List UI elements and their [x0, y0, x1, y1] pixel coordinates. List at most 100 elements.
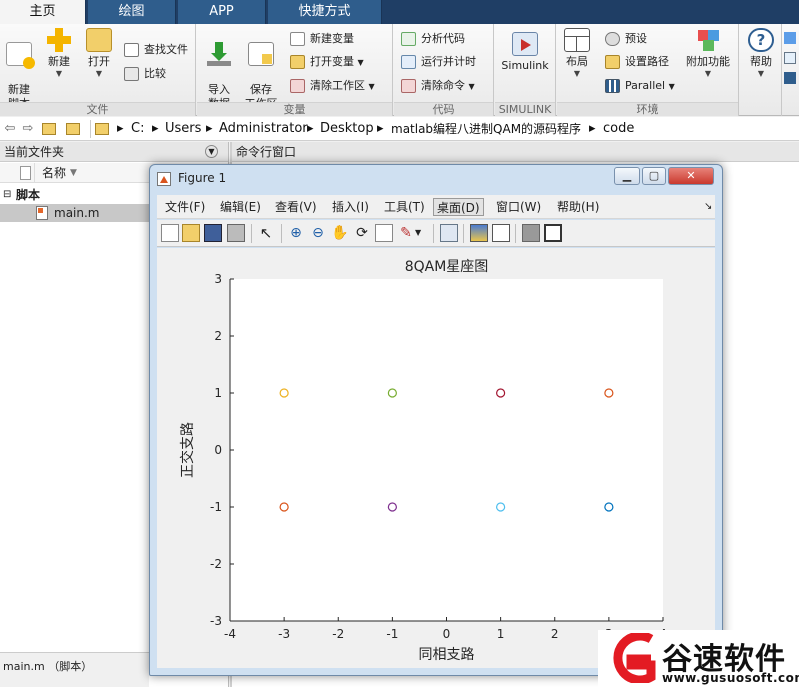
- figure-window[interactable]: Figure 1 ▁ ▢ ✕ 文件(F) 编辑(E) 查看(V) 插入(I) 工…: [149, 164, 723, 676]
- constellation-plot[interactable]: -4-3-2-101234-3-2-101238QAM星座图同相支路正交支路: [157, 248, 715, 668]
- tab-home[interactable]: 主页: [0, 0, 86, 24]
- chevron-down-icon: ▼: [55, 69, 63, 78]
- chart-title: 8QAM星座图: [405, 259, 489, 275]
- clear-workspace-icon: [290, 79, 305, 93]
- breadcrumb-item[interactable]: matlab编程八进制QAM的源码程序: [391, 121, 581, 137]
- open-file-icon[interactable]: [182, 224, 200, 242]
- new-script-icon: [6, 42, 35, 69]
- new-variable-button[interactable]: 新建变量: [290, 30, 354, 48]
- import-data-button[interactable]: 导入 数据: [201, 28, 237, 111]
- learn-matlab-icon: [784, 72, 796, 84]
- figure-canvas[interactable]: -4-3-2-101234-3-2-101238QAM星座图同相支路正交支路: [157, 248, 715, 668]
- chevron-down-icon[interactable]: ▼: [415, 224, 433, 242]
- up-folder-icon[interactable]: [42, 121, 58, 137]
- print-icon[interactable]: [227, 224, 245, 242]
- new-script-button[interactable]: 新建 脚本: [1, 28, 37, 111]
- maximize-button[interactable]: ▢: [642, 167, 666, 185]
- axes-background: [230, 279, 663, 621]
- group-label-code: 代码: [394, 102, 493, 116]
- find-files-button[interactable]: 查找文件: [124, 41, 188, 59]
- simulink-button[interactable]: Simulink: [497, 32, 553, 73]
- menu-insert[interactable]: 插入(I): [329, 198, 372, 216]
- breadcrumb-item[interactable]: code: [603, 121, 634, 137]
- preferences-button[interactable]: 预设: [605, 30, 647, 48]
- rotate-3d-icon[interactable]: ⟳: [353, 224, 371, 242]
- current-folder-header: 当前文件夹 ▼: [0, 142, 228, 162]
- clear-workspace-button[interactable]: 清除工作区 ▼: [290, 77, 375, 95]
- back-icon[interactable]: ⇦: [2, 121, 18, 137]
- breadcrumb-item[interactable]: Users: [165, 121, 201, 137]
- colorbar-icon[interactable]: [470, 224, 488, 242]
- clear-commands-button[interactable]: 清除命令 ▼: [401, 77, 475, 95]
- chevron-down-icon: ▼: [573, 69, 581, 78]
- tab-apps[interactable]: APP: [178, 0, 266, 24]
- open-variable-button[interactable]: 打开变量 ▼: [290, 53, 364, 71]
- y-tick-label: 2: [214, 329, 222, 343]
- show-plot-tools-icon[interactable]: [544, 224, 562, 242]
- menu-help[interactable]: 帮助(H): [554, 198, 602, 216]
- run-and-time-button[interactable]: 运行并计时: [401, 53, 476, 71]
- analyze-code-button[interactable]: 分析代码: [401, 30, 465, 48]
- breadcrumb-item[interactable]: Desktop: [320, 121, 374, 137]
- link-plot-icon[interactable]: [440, 224, 458, 242]
- menu-tools[interactable]: 工具(T): [381, 198, 428, 216]
- chevron-down-icon: ▼: [95, 69, 103, 78]
- pan-icon[interactable]: ✋: [331, 224, 349, 242]
- figure-title: Figure 1: [178, 171, 227, 185]
- minimize-button[interactable]: ▁: [614, 167, 640, 185]
- watermark: 谷速软件 www.gusuosoft.com: [598, 630, 799, 687]
- new-figure-icon[interactable]: [161, 224, 179, 242]
- breadcrumb-item[interactable]: C:: [131, 121, 144, 137]
- add-ons-button[interactable]: 附加功能 ▼: [684, 28, 732, 79]
- compare-button[interactable]: 比较: [124, 65, 166, 83]
- parallel-icon: [605, 79, 620, 93]
- save-icon[interactable]: [204, 224, 222, 242]
- new-variable-icon: [290, 32, 305, 46]
- new-button[interactable]: 新建 ▼: [41, 28, 77, 79]
- forward-icon[interactable]: ⇨: [20, 121, 36, 137]
- group-label-variable: 变量: [197, 102, 392, 116]
- help-button[interactable]: ? 帮助 ▼: [743, 28, 779, 79]
- set-path-icon: [605, 55, 620, 69]
- plus-icon: [46, 28, 72, 52]
- tab-shortcuts[interactable]: 快捷方式: [268, 0, 382, 24]
- dock-icon[interactable]: ↘: [701, 198, 715, 216]
- panel-menu-icon[interactable]: ▼: [205, 145, 218, 158]
- menu-file[interactable]: 文件(F): [162, 198, 208, 216]
- chevron-down-icon: ▼: [668, 82, 675, 91]
- run-and-time-icon: [401, 55, 416, 69]
- save-workspace-button[interactable]: 保存 工作区: [243, 28, 279, 111]
- browse-folder-icon[interactable]: [66, 121, 82, 137]
- chevron-down-icon: ▼: [757, 69, 765, 78]
- simulink-icon: [512, 32, 538, 56]
- close-button[interactable]: ✕: [668, 167, 714, 185]
- zoom-in-icon[interactable]: ⊕: [287, 224, 305, 242]
- brush-icon[interactable]: ✎: [397, 224, 415, 242]
- figure-titlebar[interactable]: Figure 1 ▁ ▢ ✕: [150, 165, 722, 193]
- ribbon-overflow[interactable]: [784, 32, 798, 102]
- menu-window[interactable]: 窗口(W): [493, 198, 544, 216]
- ribbon-group-environment: 布局 ▼ 预设 设置路径 Parallel ▼ 附加功能 ▼ 环境: [557, 24, 739, 116]
- data-cursor-icon[interactable]: [375, 224, 393, 242]
- menu-edit[interactable]: 编辑(E): [217, 198, 264, 216]
- clear-commands-icon: [401, 79, 416, 93]
- x-axis-label: 同相支路: [419, 647, 475, 663]
- legend-icon[interactable]: [492, 224, 510, 242]
- open-button[interactable]: 打开 ▼: [81, 28, 117, 79]
- hide-plot-tools-icon[interactable]: [522, 224, 540, 242]
- menu-view[interactable]: 查看(V): [272, 198, 320, 216]
- status-bar: main.m （脚本）: [0, 652, 149, 687]
- y-tick-label: 0: [214, 443, 222, 457]
- tab-plots[interactable]: 绘图: [88, 0, 176, 24]
- command-window-header: 命令行窗口: [230, 142, 799, 162]
- pointer-icon[interactable]: ↖: [257, 224, 275, 242]
- parallel-button[interactable]: Parallel ▼: [605, 77, 675, 95]
- collapse-icon[interactable]: ⊟: [3, 186, 11, 204]
- figure-toolbar: ↖ ⊕ ⊖ ✋ ⟳ ✎ ▼: [157, 220, 715, 247]
- breadcrumb-item[interactable]: Administrator: [219, 121, 308, 137]
- y-tick-label: -3: [210, 614, 222, 628]
- layout-button[interactable]: 布局 ▼: [559, 28, 595, 79]
- menu-desktop[interactable]: 桌面(D): [433, 198, 484, 216]
- zoom-out-icon[interactable]: ⊖: [309, 224, 327, 242]
- set-path-button[interactable]: 设置路径: [605, 53, 669, 71]
